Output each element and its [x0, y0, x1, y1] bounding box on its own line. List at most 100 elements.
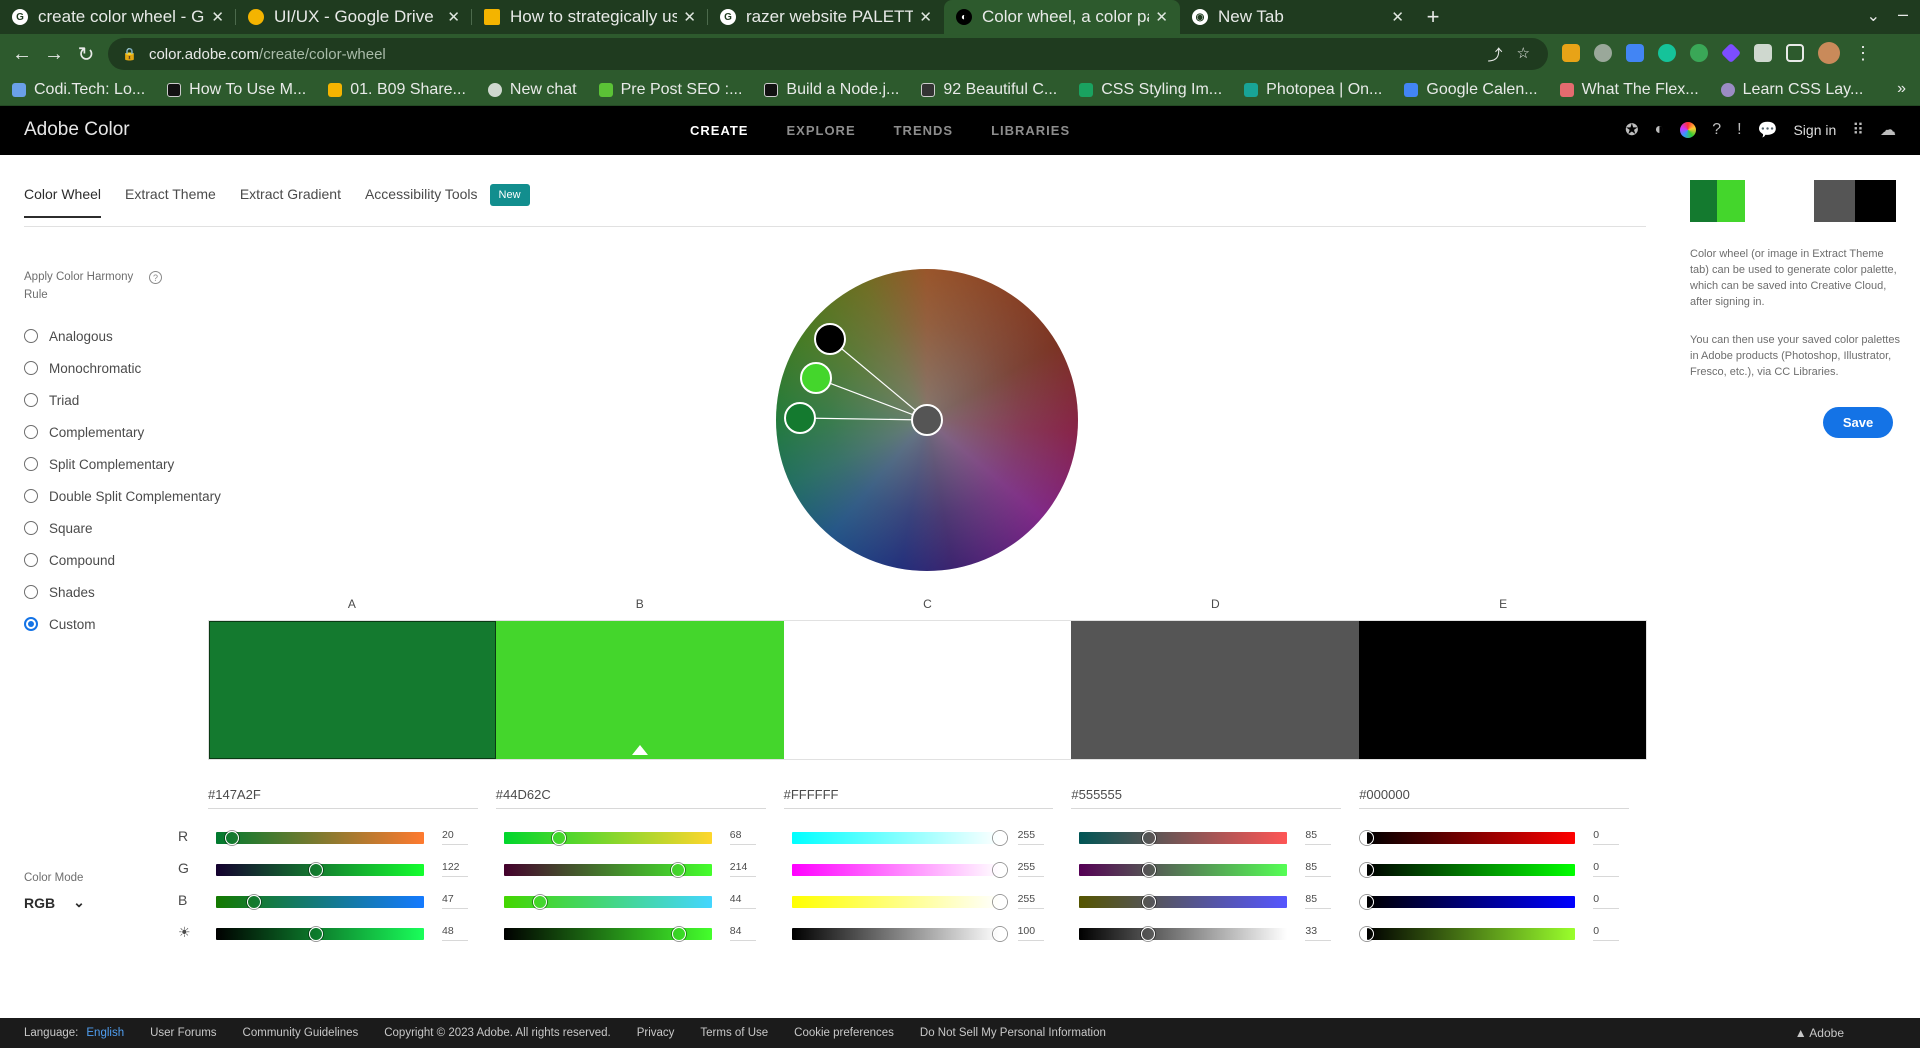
slider-value[interactable]: 85 — [1305, 829, 1332, 845]
slider-thumb[interactable] — [308, 863, 323, 877]
browser-tab[interactable]: G create color wheel - Goog ✕ — [0, 0, 236, 34]
slider-value[interactable]: 44 — [729, 893, 756, 909]
save-button[interactable]: Save — [1823, 407, 1893, 438]
rule-complementary[interactable]: Complementary — [24, 416, 221, 448]
close-icon[interactable]: ✕ — [447, 8, 460, 26]
bookmark-item[interactable]: Learn CSS Lay... — [1720, 81, 1863, 99]
rule-double-split-complementary[interactable]: Double Split Complementary — [24, 480, 221, 512]
slider-track[interactable] — [1367, 928, 1576, 940]
hex-input-a[interactable]: #147A2F — [208, 787, 478, 809]
slider-thumb[interactable] — [671, 927, 686, 941]
slider-value[interactable]: 33 — [1305, 925, 1332, 941]
color-mode-value[interactable]: RGB — [24, 895, 55, 911]
slider-track[interactable] — [1367, 896, 1576, 908]
browser-tab[interactable]: How to strategically use c ✕ — [472, 0, 708, 34]
color-mode-select[interactable]: RGB ⌄ — [24, 894, 85, 911]
rule-monochromatic[interactable]: Monochromatic — [24, 352, 221, 384]
bookmark-item[interactable]: Photopea | On... — [1244, 81, 1382, 99]
side-panel-icon[interactable] — [1786, 44, 1804, 62]
close-icon[interactable]: ✕ — [1391, 8, 1404, 26]
slider-value[interactable]: 85 — [1305, 861, 1332, 877]
slider-track[interactable] — [1079, 928, 1288, 940]
browser-tab[interactable]: ◉ New Tab ✕ — [1180, 0, 1416, 34]
forward-arrow-icon[interactable]: → — [38, 38, 70, 70]
feedback-icon[interactable]: ! — [1737, 121, 1741, 139]
slider-value[interactable]: 122 — [442, 861, 468, 877]
slider-value[interactable]: 0 — [1593, 893, 1620, 909]
rule-compound[interactable]: Compound — [24, 544, 221, 576]
new-tab-plus-icon[interactable]: + — [1416, 0, 1450, 34]
tab-search-chevron-icon[interactable]: ⌄ — [1867, 6, 1880, 26]
creative-cloud-icon[interactable]: ☁ — [1880, 120, 1896, 140]
slider-thumb[interactable] — [1141, 895, 1156, 909]
rule-split-complementary[interactable]: Split Complementary — [24, 448, 221, 480]
slider-track[interactable] — [791, 896, 1000, 908]
slider-track[interactable] — [1079, 832, 1288, 844]
share-icon[interactable]: ⤴ — [1488, 44, 1503, 65]
slider-thumb[interactable] — [308, 927, 323, 941]
radio-icon[interactable] — [24, 489, 38, 503]
footer-link[interactable]: Privacy — [637, 1027, 675, 1039]
slider-thumb[interactable] — [1141, 927, 1156, 941]
slider-value[interactable]: 68 — [729, 829, 756, 845]
footer-link[interactable]: Community Guidelines — [243, 1027, 359, 1039]
slider-value[interactable]: 214 — [729, 861, 756, 877]
extension-compass-icon[interactable] — [1594, 44, 1612, 62]
bookmark-item[interactable]: Google Calen... — [1404, 81, 1538, 99]
slider-value[interactable]: 20 — [442, 829, 468, 845]
color-wheel[interactable] — [776, 269, 1078, 571]
slider-track[interactable] — [503, 832, 712, 844]
bookmark-item[interactable]: CSS Styling Im... — [1079, 81, 1222, 99]
help-icon[interactable]: ? — [1712, 121, 1721, 139]
slider-value[interactable]: 0 — [1593, 925, 1620, 941]
hex-input-b[interactable]: #44D62C — [495, 787, 766, 809]
slider-value[interactable]: 0 — [1593, 861, 1620, 877]
bookmarks-more-icon[interactable]: » — [1897, 80, 1906, 98]
slider-track[interactable] — [1367, 832, 1576, 844]
footer-link[interactable]: Cookie preferences — [794, 1027, 894, 1039]
tab-extract-gradient[interactable]: Extract Gradient — [240, 186, 341, 218]
radio-icon[interactable] — [24, 425, 38, 439]
star-icon[interactable]: ✪ — [1625, 120, 1638, 140]
radio-icon[interactable] — [24, 329, 38, 343]
radio-icon[interactable] — [24, 553, 38, 567]
brand-logo[interactable]: Adobe Color — [24, 119, 130, 141]
tab-color-wheel[interactable]: Color Wheel — [24, 186, 102, 218]
slider-thumb[interactable] — [992, 831, 1007, 845]
slider-value[interactable]: 84 — [729, 925, 756, 941]
radio-selected-icon[interactable] — [24, 617, 38, 631]
bookmark-item[interactable]: 92 Beautiful C... — [921, 81, 1057, 99]
swatch-b-selected[interactable] — [496, 621, 784, 759]
slider-value[interactable]: 48 — [442, 925, 468, 941]
slider-thumb[interactable] — [1141, 863, 1156, 877]
swatch-a[interactable] — [209, 621, 497, 759]
language-link[interactable]: English — [86, 1027, 124, 1039]
radio-icon[interactable] — [24, 361, 38, 375]
hex-input-c[interactable]: #FFFFFF — [783, 787, 1054, 809]
bookmark-item[interactable]: 01. B09 Share... — [328, 81, 466, 99]
swatch-d[interactable] — [1071, 621, 1359, 759]
radio-icon[interactable] — [24, 585, 38, 599]
nav-libraries[interactable]: LIBRARIES — [991, 123, 1070, 138]
slider-thumb[interactable] — [992, 863, 1007, 877]
close-icon[interactable]: ✕ — [683, 8, 696, 26]
footer-link[interactable]: Do Not Sell My Personal Information — [920, 1027, 1106, 1039]
radio-icon[interactable] — [24, 393, 38, 407]
slider-value[interactable]: 255 — [1017, 893, 1044, 909]
slider-thumb[interactable] — [992, 895, 1007, 909]
extension-diamond-icon[interactable] — [1720, 42, 1742, 64]
browser-menu-icon[interactable]: ⋮ — [1854, 43, 1872, 64]
slider-track[interactable] — [1079, 896, 1288, 908]
slider-value[interactable]: 255 — [1017, 861, 1044, 877]
back-arrow-icon[interactable]: ← — [6, 38, 38, 70]
profile-avatar[interactable] — [1818, 42, 1840, 64]
bookmark-item[interactable]: Pre Post SEO :... — [598, 81, 742, 99]
radio-icon[interactable] — [24, 457, 38, 471]
grammarly-icon[interactable] — [1658, 44, 1676, 62]
close-icon[interactable]: ✕ — [1155, 8, 1168, 26]
rule-shades[interactable]: Shades — [24, 576, 221, 608]
extension-pen-icon[interactable] — [1562, 44, 1580, 62]
footer-link[interactable]: User Forums — [150, 1027, 216, 1039]
bookmark-item[interactable]: Build a Node.j... — [764, 81, 899, 99]
bookmark-star-icon[interactable]: ☆ — [1517, 44, 1530, 65]
